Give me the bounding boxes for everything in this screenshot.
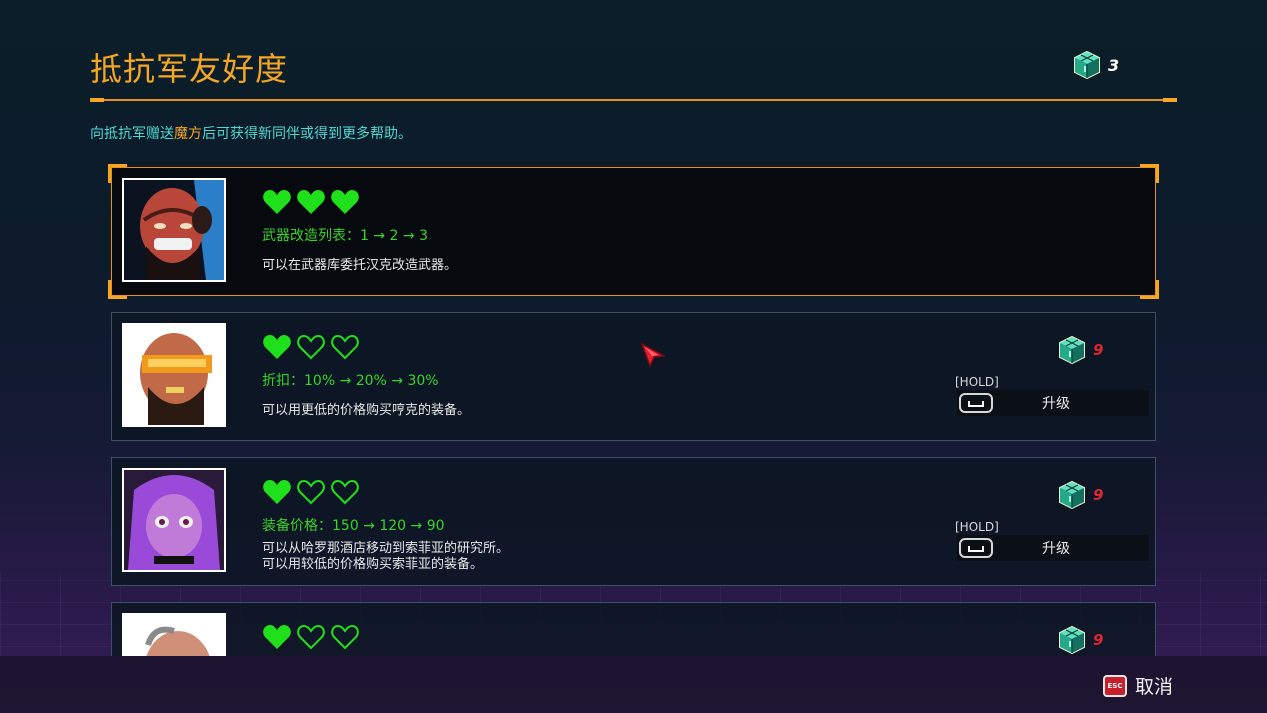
mouse-cursor-icon: [640, 342, 666, 368]
upgrade-cost: 9: [1057, 625, 1103, 655]
cube-currency-icon: [1057, 625, 1087, 655]
cost-value: 9: [1093, 341, 1104, 359]
perk-line: 武器改造列表：1 → 2 → 3: [262, 228, 428, 244]
selection-corner: [1140, 280, 1159, 299]
esc-key-icon: ESC: [1103, 674, 1127, 697]
heart-full-icon: [296, 188, 326, 216]
perk-line: 装备价格：150 → 120 → 90: [262, 518, 445, 534]
ally-portrait: [122, 468, 226, 572]
heart-empty-icon: [330, 478, 360, 506]
hold-hint: [HOLD]: [955, 520, 999, 534]
heart-empty-icon: [296, 623, 326, 651]
selection-corner: [1140, 164, 1159, 183]
perk-line: 折扣：10% → 20% → 30%: [262, 373, 439, 389]
friendship-hearts: [262, 333, 360, 361]
heart-full-icon: [262, 333, 292, 361]
upgrade-button[interactable]: 升级: [957, 390, 1149, 416]
ally-card-sofia[interactable]: 装备价格：150 → 120 → 90 可以从哈罗那酒店移动到索菲亚的研究所。 …: [111, 457, 1156, 586]
friendship-hearts: [262, 623, 360, 651]
upgrade-cost: 9: [1057, 480, 1103, 510]
cancel-label: 取消: [1135, 676, 1174, 698]
cube-currency-icon: [1057, 335, 1087, 365]
upgrade-label: 升级: [1042, 541, 1070, 557]
hold-hint: [HOLD]: [955, 375, 999, 389]
cost-value: 9: [1093, 486, 1104, 504]
perk-description: 可以从哈罗那酒店移动到索菲亚的研究所。 可以用较低的价格购买索菲亚的装备。: [262, 541, 510, 572]
ally-card-hunk[interactable]: 折扣：10% → 20% → 30% 可以用更低的价格购买哼克的装备。 9 [H…: [111, 312, 1156, 441]
cube-currency-icon: [1057, 480, 1087, 510]
footer-bar: [0, 656, 1267, 713]
heart-full-icon: [262, 188, 292, 216]
heart-empty-icon: [330, 333, 360, 361]
cost-value: 9: [1093, 631, 1104, 649]
heart-empty-icon: [330, 623, 360, 651]
upgrade-button[interactable]: 升级: [957, 535, 1149, 561]
ally-portrait: [122, 323, 226, 427]
ally-list: 武器改造列表：1 → 2 → 3 可以在武器库委托汉克改造武器。 折扣：10% …: [0, 0, 1267, 656]
ally-portrait: [122, 613, 226, 656]
selection-corner: [108, 280, 127, 299]
upgrade-label: 升级: [1042, 396, 1070, 412]
heart-empty-icon: [296, 478, 326, 506]
ally-card-hank[interactable]: 武器改造列表：1 → 2 → 3 可以在武器库委托汉克改造武器。: [108, 164, 1159, 299]
heart-full-icon: [262, 478, 292, 506]
space-key-icon: [959, 393, 993, 413]
space-key-icon: [959, 538, 993, 558]
ally-card-4[interactable]: 9: [111, 602, 1156, 656]
perk-description: 可以用更低的价格购买哼克的装备。: [262, 403, 471, 418]
heart-full-icon: [330, 188, 360, 216]
friendship-hearts: [262, 478, 360, 506]
friendship-hearts: [262, 188, 360, 216]
perk-description: 可以在武器库委托汉克改造武器。: [262, 258, 458, 273]
upgrade-cost: 9: [1057, 335, 1103, 365]
ally-portrait: [122, 178, 226, 282]
heart-full-icon: [262, 623, 292, 651]
heart-empty-icon: [296, 333, 326, 361]
cancel-button[interactable]: ESC 取消: [1103, 672, 1173, 699]
